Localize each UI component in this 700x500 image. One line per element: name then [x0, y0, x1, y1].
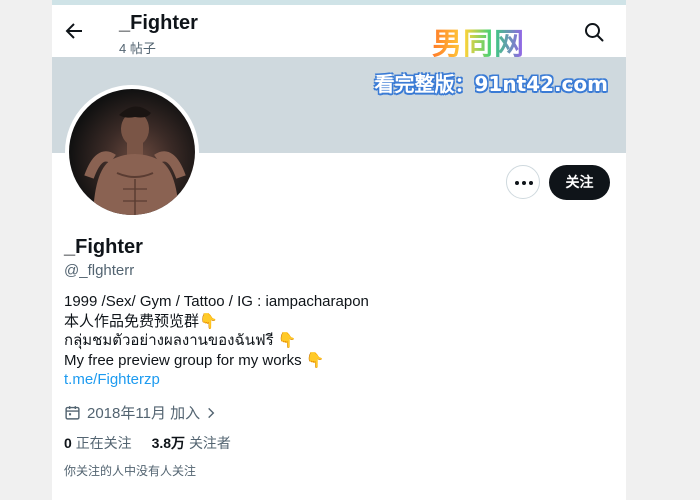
- right-gutter: [626, 5, 700, 500]
- more-options-button[interactable]: [506, 165, 540, 199]
- bio-line: My free preview group for my works 👇: [64, 351, 325, 369]
- profile-handle: @_flghterr: [64, 262, 135, 279]
- avatar-image: [69, 89, 195, 215]
- watermark-url: 看完整版：91nt42.com: [374, 72, 609, 96]
- profile-header: _Fighter 4 帖子 男同网: [52, 5, 626, 62]
- chevron-right-icon: [208, 407, 215, 418]
- follow-button[interactable]: 关注: [549, 165, 610, 200]
- profile-name: _Fighter: [64, 236, 143, 258]
- calendar-icon: [65, 406, 80, 420]
- back-arrow-icon[interactable]: [62, 19, 86, 43]
- more-icon-dot: [529, 181, 533, 185]
- avatar[interactable]: [65, 85, 199, 219]
- mutual-followers-note: 你关注的人中没有人关注: [64, 464, 197, 478]
- follow-stats: 0 正在关注 3.8万 关注者: [64, 433, 247, 453]
- header-post-count: 4 帖子: [119, 41, 156, 56]
- joined-date[interactable]: 2018年11月 加入: [64, 402, 218, 423]
- profile-bio: 1999 /Sex/ Gym / Tattoo / IG : iampachar…: [64, 292, 369, 390]
- bio-line: 1999 /Sex/ Gym / Tattoo / IG : iampachar…: [64, 293, 369, 310]
- bio-line: กลุ่มชมตัวอย่างผลงานของฉันฟรี 👇: [64, 332, 297, 349]
- followers-label: 关注者: [188, 435, 231, 451]
- profile-link[interactable]: t.me/Fighterzp: [64, 371, 160, 388]
- followers-count: 3.8万: [151, 435, 186, 451]
- following-link[interactable]: 0 正在关注: [64, 435, 132, 451]
- following-count: 0: [64, 435, 72, 451]
- header-title: _Fighter: [119, 12, 198, 34]
- profile-column: _Fighter 4 帖子 男同网 看完整版：91nt42.com 关注 _Fi…: [52, 5, 626, 500]
- followers-link[interactable]: 3.8万 关注者: [152, 435, 231, 451]
- bio-line: 本人作品免费预览群👇: [64, 312, 218, 330]
- more-icon-dot: [515, 181, 519, 185]
- search-icon[interactable]: [582, 20, 606, 44]
- more-icon-dot: [522, 181, 526, 185]
- joined-text: 2018年11月 加入: [87, 405, 201, 422]
- following-label: 正在关注: [75, 435, 132, 451]
